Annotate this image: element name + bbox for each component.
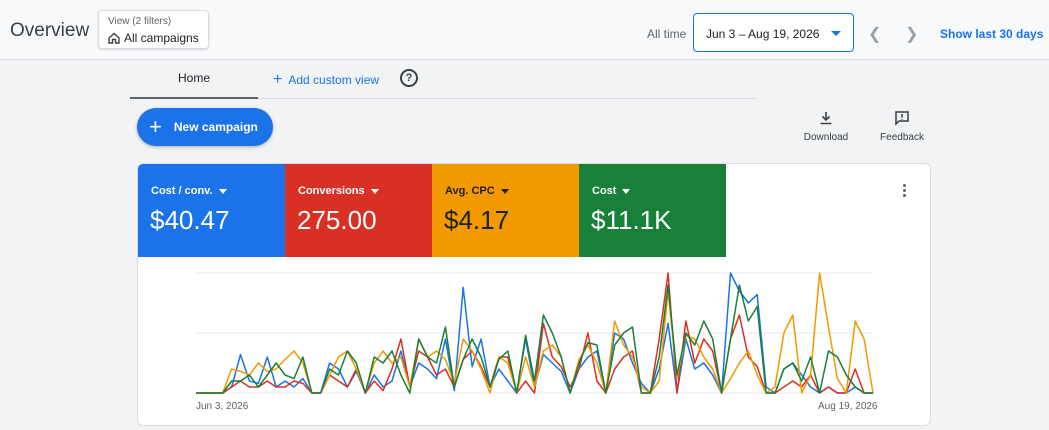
dropdown-arrow-icon — [218, 188, 227, 194]
date-range-picker[interactable]: Jun 3 – Aug 19, 2026 — [693, 13, 854, 52]
metric-tile-cost[interactable]: Cost $11.1K — [579, 164, 726, 257]
plus-icon: + — [149, 114, 162, 139]
metric-label: Conversions — [298, 185, 365, 197]
x-axis-end-label: Aug 19, 2026 — [818, 401, 878, 412]
view-filters-label: View (2 filters) — [108, 16, 172, 27]
new-campaign-button[interactable]: + New campaign — [137, 108, 273, 146]
download-icon — [820, 112, 832, 125]
plus-icon: + — [273, 71, 283, 88]
date-range-text: Jun 3 – Aug 19, 2026 — [706, 27, 820, 41]
add-custom-view-label: Add custom view — [288, 73, 380, 87]
feedback-label: Feedback — [880, 132, 924, 143]
performance-card: Cost / conv. $40.47 Conversions 275.00 A… — [137, 163, 931, 426]
view-name: All campaigns — [124, 31, 199, 45]
x-axis-start-label: Jun 3, 2026 — [196, 401, 249, 412]
tab-home[interactable]: Home — [130, 60, 258, 99]
top-bar: Overview View (2 filters) All campaigns … — [0, 0, 1049, 60]
metric-label: Cost / conv. — [151, 185, 213, 197]
chevron-left-icon[interactable]: ❮ — [868, 24, 881, 44]
line-chart: Jun 3, 2026 Aug 19, 2026 — [138, 257, 930, 425]
metric-value: 275.00 — [297, 205, 377, 235]
view-tabs: Home + Add custom view ? — [130, 60, 757, 99]
dropdown-arrow-icon — [370, 188, 379, 194]
view-selector[interactable]: View (2 filters) All campaigns — [98, 10, 209, 49]
metric-tile-cost-per-conv[interactable]: Cost / conv. $40.47 — [138, 164, 285, 257]
help-icon[interactable]: ? — [400, 69, 418, 87]
metric-tile-conversions[interactable]: Conversions 275.00 — [285, 164, 432, 257]
chart-plot-area — [196, 272, 874, 394]
metric-label: Avg. CPC — [445, 185, 495, 197]
home-icon — [108, 32, 120, 44]
feedback-button[interactable]: Feedback — [877, 110, 927, 143]
dropdown-arrow-icon — [622, 188, 631, 194]
new-campaign-label: New campaign — [173, 120, 258, 134]
add-custom-view-button[interactable]: + Add custom view — [273, 71, 379, 89]
metric-value: $40.47 — [150, 205, 230, 235]
chevron-right-icon[interactable]: ❯ — [905, 24, 918, 44]
metric-tile-avg-cpc[interactable]: Avg. CPC $4.17 — [432, 164, 579, 257]
metric-label: Cost — [592, 185, 617, 197]
show-last-30-days-link[interactable]: Show last 30 days — [940, 27, 1043, 41]
dropdown-caret-icon — [831, 31, 841, 36]
feedback-icon — [895, 111, 909, 126]
series-line-3 — [196, 284, 873, 394]
metric-value: $11.1K — [591, 205, 672, 235]
download-label: Download — [803, 132, 849, 143]
page-title: Overview — [10, 20, 90, 41]
range-label: All time — [647, 27, 687, 41]
more-options-icon[interactable] — [903, 184, 907, 199]
dropdown-arrow-icon — [500, 188, 509, 194]
download-button[interactable]: Download — [802, 110, 850, 143]
metric-value: $4.17 — [444, 205, 510, 235]
